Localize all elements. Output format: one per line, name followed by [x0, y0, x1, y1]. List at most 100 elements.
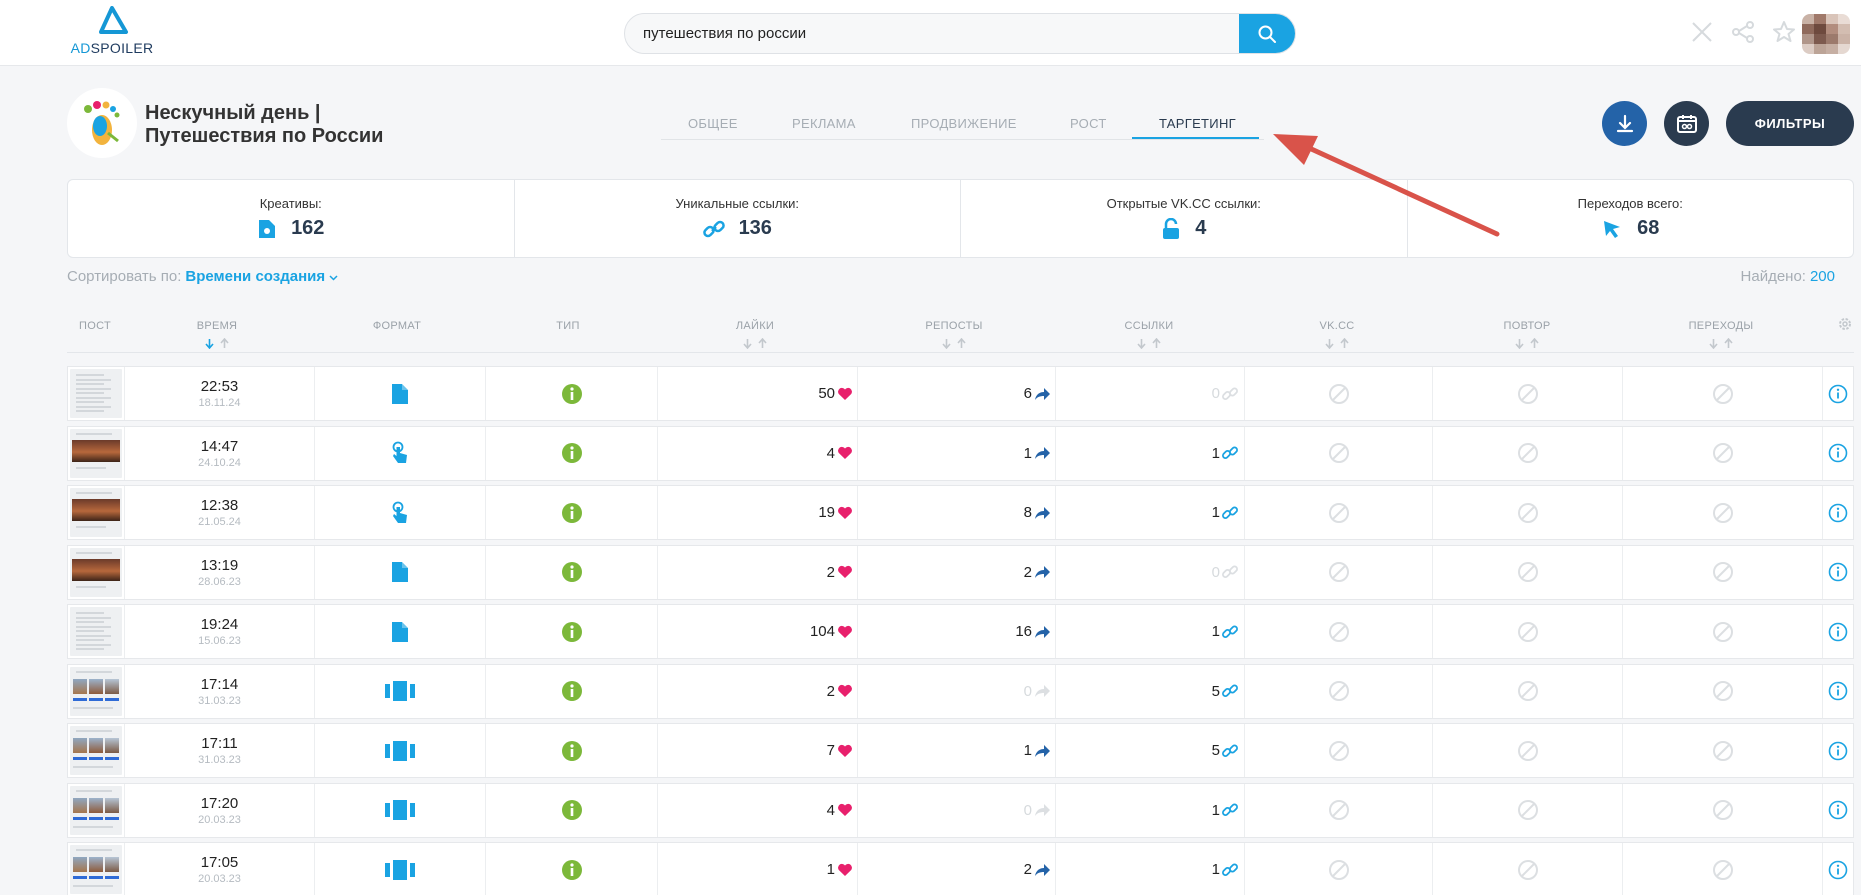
- stat-transitions-total: Переходов всего: 68: [1408, 180, 1854, 257]
- arrow-up-icon[interactable]: [1152, 338, 1161, 349]
- tab-promotion[interactable]: ПРОДВИЖЕНИЕ: [911, 116, 1017, 131]
- arrow-up-icon[interactable]: [220, 338, 229, 349]
- arrow-down-icon[interactable]: [1515, 338, 1524, 349]
- filters-button[interactable]: ФИЛЬТРЫ: [1726, 101, 1854, 146]
- table-row[interactable]: 17:05 20.03.23 1 2 1: [67, 842, 1854, 895]
- heart-icon: [838, 565, 852, 578]
- post-thumbnail[interactable]: [70, 428, 122, 478]
- tab-targeting[interactable]: ТАРГЕТИНГ: [1159, 116, 1236, 131]
- tab-growth[interactable]: РОСТ: [1070, 116, 1107, 131]
- info-type-icon[interactable]: [561, 383, 583, 405]
- arrow-down-icon[interactable]: [1325, 338, 1334, 349]
- avatar[interactable]: [1802, 14, 1850, 54]
- post-date: 18.11.24: [198, 397, 241, 409]
- gear-icon[interactable]: [1837, 316, 1853, 337]
- info-icon[interactable]: [1828, 800, 1848, 820]
- arrow-up-icon[interactable]: [1340, 338, 1349, 349]
- arrow-up-icon[interactable]: [1530, 338, 1539, 349]
- table-row[interactable]: 13:19 28.06.23 2 2 0: [67, 544, 1854, 600]
- search-input[interactable]: [625, 14, 1225, 53]
- logo-text: ADSPOILER: [70, 40, 154, 56]
- arrow-down-icon[interactable]: [1709, 338, 1718, 349]
- star-icon[interactable]: [1770, 18, 1797, 45]
- close-icon[interactable]: [1688, 18, 1715, 45]
- arrow-down-icon[interactable]: [942, 338, 951, 349]
- download-button[interactable]: [1602, 101, 1647, 146]
- table-row[interactable]: 14:47 24.10.24 4 1 1: [67, 425, 1854, 481]
- cell-links: 5: [1056, 724, 1245, 777]
- cell-info: [1823, 665, 1853, 718]
- share-icon[interactable]: [1729, 18, 1756, 45]
- arrow-up-icon[interactable]: [957, 338, 966, 349]
- info-icon[interactable]: [1828, 443, 1848, 463]
- post-thumbnail[interactable]: [70, 488, 122, 537]
- cell-post: [68, 545, 125, 599]
- col-repeat[interactable]: ПОВТОР: [1504, 320, 1551, 332]
- info-icon[interactable]: [1828, 562, 1848, 582]
- info-type-icon[interactable]: [561, 502, 583, 524]
- post-thumbnail[interactable]: [70, 785, 122, 835]
- table-row[interactable]: 17:11 31.03.23 7 1 5: [67, 723, 1854, 778]
- sort-arrows[interactable]: [743, 338, 767, 349]
- tab-ads[interactable]: РЕКЛАМА: [792, 116, 856, 131]
- post-thumbnail[interactable]: [70, 547, 122, 597]
- col-transitions[interactable]: ПЕРЕХОДЫ: [1689, 320, 1754, 332]
- links-count: 1: [1211, 801, 1220, 819]
- table-row[interactable]: 17:14 31.03.23 2 0 5: [67, 663, 1854, 719]
- col-vkcc[interactable]: VK.CC: [1319, 320, 1354, 332]
- col-links[interactable]: ССЫЛКИ: [1125, 320, 1174, 332]
- sort-arrows[interactable]: [942, 338, 966, 349]
- info-icon[interactable]: [1828, 681, 1848, 701]
- stat-value: 4: [1195, 217, 1207, 239]
- arrow-down-icon[interactable]: [205, 338, 214, 349]
- arrow-up-icon[interactable]: [1724, 338, 1733, 349]
- info-type-icon[interactable]: [561, 799, 583, 821]
- likes-count: 19: [818, 504, 835, 521]
- info-type-icon[interactable]: [561, 859, 583, 881]
- tab-general[interactable]: ОБЩЕЕ: [688, 116, 738, 131]
- cell-type: [486, 843, 658, 895]
- post-thumbnail[interactable]: [70, 726, 122, 775]
- calendar-button[interactable]: [1664, 101, 1709, 146]
- arrow-down-icon[interactable]: [1137, 338, 1146, 349]
- chevron-down-icon: [329, 275, 338, 281]
- post-thumbnail[interactable]: [70, 607, 122, 656]
- sort-arrows[interactable]: [1709, 338, 1733, 349]
- col-time[interactable]: ВРЕМЯ: [197, 320, 238, 332]
- sort-arrows[interactable]: [205, 338, 229, 349]
- sort-arrows[interactable]: [1515, 338, 1539, 349]
- table-row[interactable]: 17:20 20.03.23 4 0 1: [67, 782, 1854, 838]
- info-type-icon[interactable]: [561, 740, 583, 762]
- post-thumbnail[interactable]: [70, 369, 122, 418]
- info-icon[interactable]: [1828, 860, 1848, 880]
- info-type-icon[interactable]: [561, 621, 583, 643]
- table-row[interactable]: 12:38 21.05.24 19 8 1: [67, 485, 1854, 540]
- info-icon[interactable]: [1828, 503, 1848, 523]
- arrow-up-icon[interactable]: [758, 338, 767, 349]
- info-type-icon[interactable]: [561, 561, 583, 583]
- arrow-down-icon[interactable]: [743, 338, 752, 349]
- repost-icon: [1035, 685, 1050, 697]
- sort-dropdown[interactable]: Времени создания: [185, 268, 338, 285]
- cell-likes: 4: [658, 783, 858, 837]
- info-icon[interactable]: [1828, 741, 1848, 761]
- table-row[interactable]: 19:24 15.06.23 104 16 1: [67, 604, 1854, 659]
- post-thumbnail[interactable]: [70, 666, 122, 716]
- col-reposts[interactable]: РЕПОСТЫ: [925, 320, 982, 332]
- adspoiler-logo[interactable]: ADSPOILER: [67, 6, 157, 62]
- cell-reposts: 1: [858, 724, 1056, 777]
- info-type-icon[interactable]: [561, 442, 583, 464]
- repost-icon: [1035, 744, 1050, 757]
- col-likes[interactable]: ЛАЙКИ: [736, 320, 774, 332]
- cell-post: [68, 783, 125, 837]
- post-thumbnail[interactable]: [70, 845, 122, 894]
- info-type-icon[interactable]: [561, 680, 583, 702]
- search-button[interactable]: [1239, 14, 1295, 53]
- info-icon[interactable]: [1828, 622, 1848, 642]
- table-row[interactable]: 22:53 18.11.24 50 6 0: [67, 366, 1854, 421]
- info-icon[interactable]: [1828, 384, 1848, 404]
- cell-repeat: [1433, 486, 1623, 539]
- sort-arrows[interactable]: [1137, 338, 1161, 349]
- col-format: ФОРМАТ: [372, 320, 422, 332]
- sort-arrows[interactable]: [1325, 338, 1349, 349]
